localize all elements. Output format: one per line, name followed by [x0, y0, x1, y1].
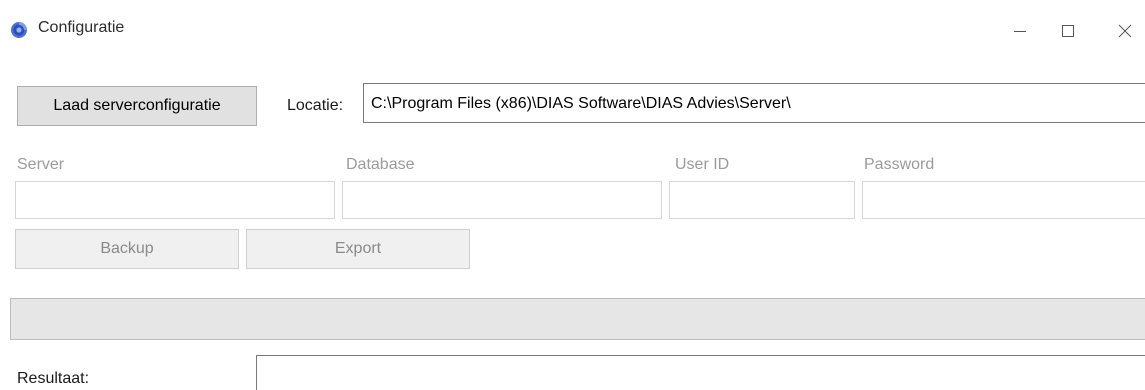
minimize-button[interactable]: [1000, 14, 1040, 48]
close-button[interactable]: [1105, 14, 1145, 48]
maximize-button[interactable]: [1048, 14, 1088, 48]
database-input[interactable]: [342, 181, 662, 219]
result-label: Resultaat:: [17, 370, 90, 387]
maximize-icon: [1061, 24, 1075, 38]
server-input[interactable]: [15, 181, 335, 219]
location-label: Locatie:: [287, 97, 344, 114]
minimize-icon: [1013, 24, 1027, 38]
title-bar[interactable]: Configuratie: [0, 0, 1145, 60]
export-button[interactable]: Export: [246, 229, 470, 269]
backup-button[interactable]: Backup: [15, 229, 239, 269]
progress-bar: [10, 298, 1145, 340]
password-label: Password: [864, 156, 935, 173]
result-output[interactable]: [256, 355, 1145, 390]
location-input[interactable]: [363, 83, 1145, 123]
password-input[interactable]: [862, 181, 1145, 219]
app-logo-icon: [10, 21, 28, 39]
user-id-label: User ID: [675, 156, 730, 173]
user-id-input[interactable]: [669, 181, 855, 219]
close-icon: [1118, 24, 1132, 38]
configuration-window: Configuratie Laad serverconfiguratie Loc…: [0, 0, 1145, 390]
database-label: Database: [346, 156, 415, 173]
window-title: Configuratie: [38, 19, 125, 36]
server-label: Server: [17, 156, 65, 173]
load-server-config-button[interactable]: Laad serverconfiguratie: [17, 86, 257, 126]
